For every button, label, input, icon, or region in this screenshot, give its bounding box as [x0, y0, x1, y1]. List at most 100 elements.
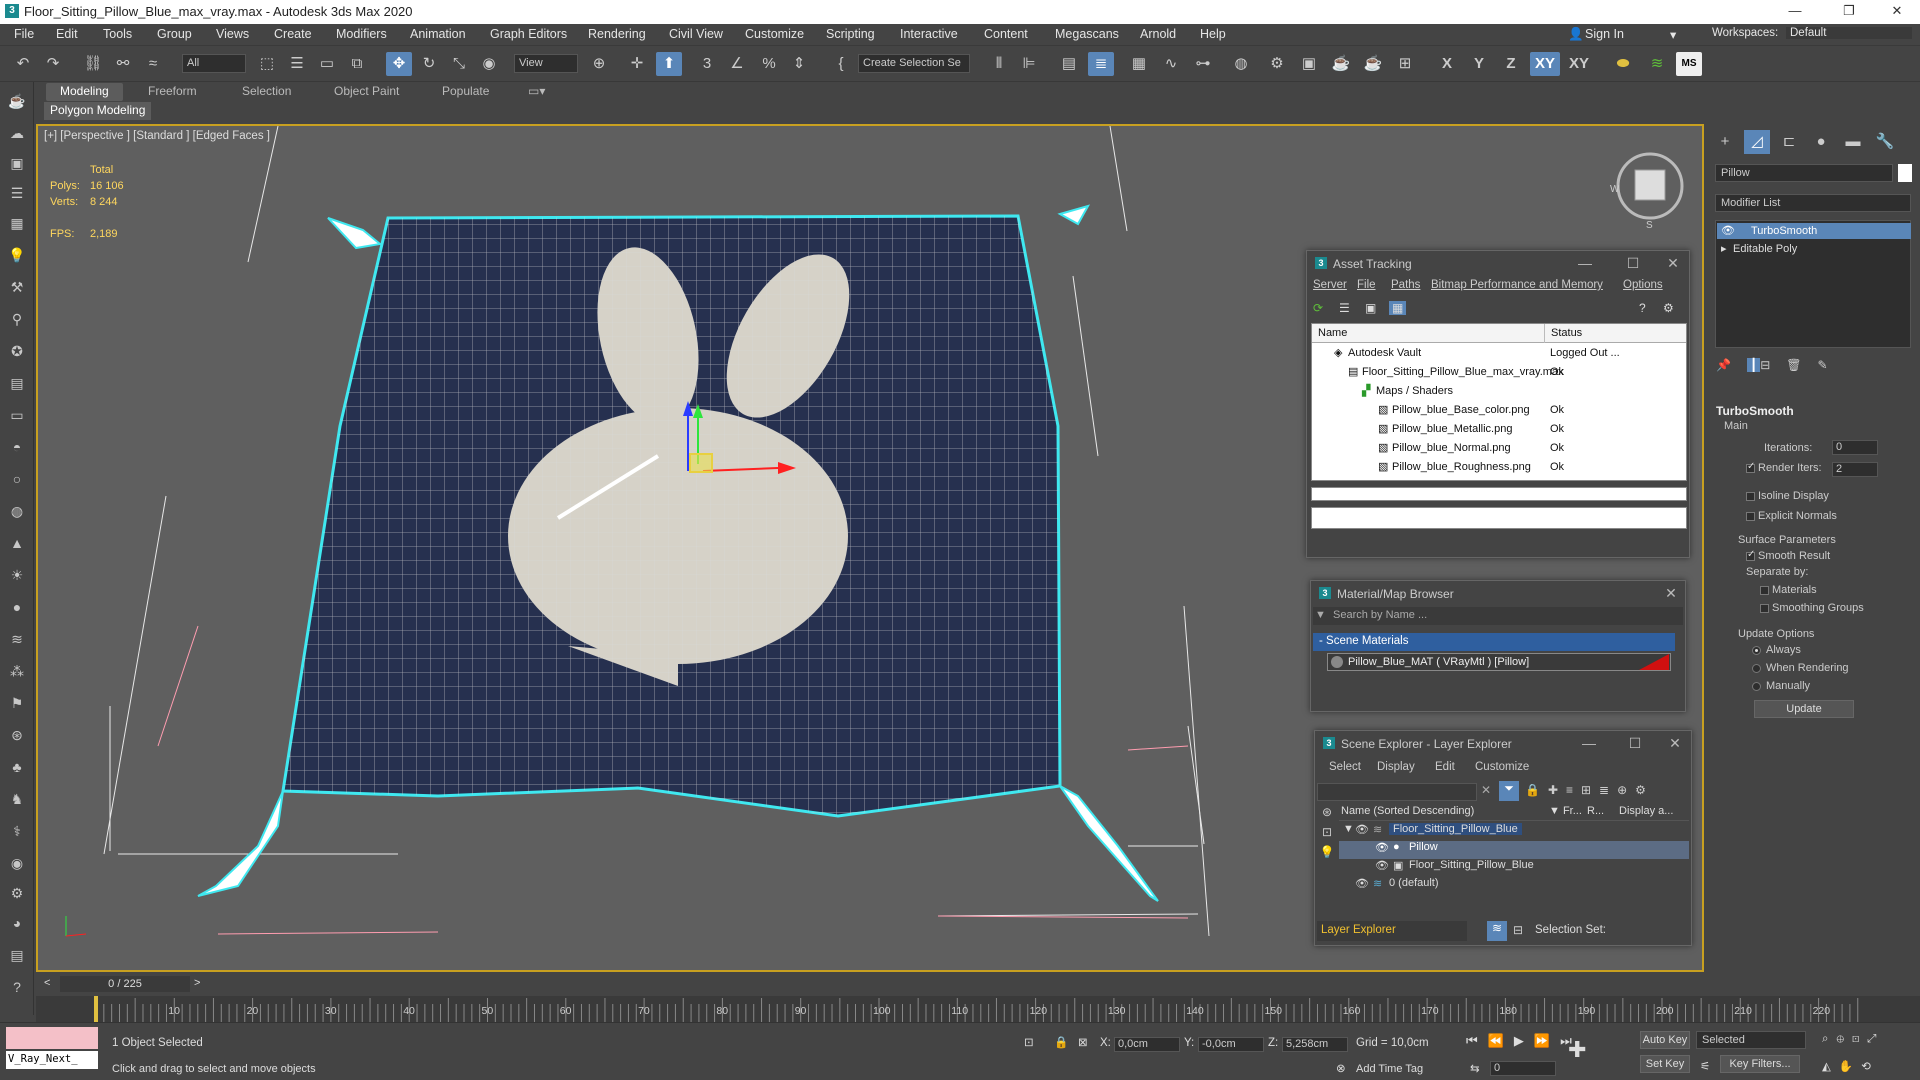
snaps-toggle-icon[interactable]: 3 [694, 52, 720, 76]
always-radio[interactable] [1752, 646, 1761, 655]
layer-icon[interactable]: ⊛ [1317, 805, 1337, 825]
asset-row[interactable]: ▧ Pillow_blue_Roughness.png Ok [1312, 458, 1686, 477]
delete-icon[interactable]: 🗑 [1786, 358, 1817, 372]
list-icon[interactable]: ☰ [6, 182, 28, 204]
manually-radio[interactable] [1752, 682, 1761, 691]
menu-interactive[interactable]: Interactive [900, 27, 958, 41]
current-frame-field[interactable]: 0 [1490, 1061, 1556, 1076]
toggle-ribbon-icon[interactable]: ▦ [1126, 52, 1152, 76]
column-renderable[interactable]: R... [1587, 805, 1604, 817]
modify-icon[interactable]: ◿ [1744, 130, 1770, 154]
modifier-turbosmooth[interactable]: 👁 TurboSmooth [1717, 223, 1911, 239]
mirror-icon[interactable]: ⫴ [986, 52, 1012, 76]
grid-icon[interactable]: ▦ [6, 212, 28, 234]
track-bar[interactable]: 10 20 30 40 50 60 70 80 90 100 110 120 130 140 150 160 1… [36, 996, 1920, 1022]
modifier-list-dropdown[interactable]: Modifier List [1715, 194, 1911, 212]
column-name[interactable]: Name [1318, 324, 1347, 343]
expand-icon[interactable]: ▼ [1315, 609, 1326, 621]
asset-row[interactable]: ▞ Maps / Shaders [1312, 382, 1686, 401]
render-setup-icon[interactable]: ⚙ [1264, 52, 1290, 76]
sort-icon[interactable]: ⊟ [1513, 923, 1523, 937]
motion-icon[interactable]: ● [1808, 130, 1834, 154]
close-button[interactable]: ✕ [1874, 0, 1920, 24]
configure-icon[interactable]: ✎ [1817, 358, 1843, 372]
tab-freeform[interactable]: Freeform [134, 83, 211, 101]
material-browser-header[interactable]: 3 Material/Map Browser ✕ [1311, 581, 1685, 607]
scale-icon[interactable]: ⤡ [446, 52, 472, 76]
select-by-name-icon[interactable]: ☰ [284, 52, 310, 76]
tab-selection[interactable]: Selection [228, 83, 305, 101]
time-slider[interactable]: < 0 / 225 > [36, 974, 1704, 994]
play-icon[interactable]: ▶ [1514, 1033, 1534, 1048]
unlink-icon[interactable]: ⚯ [110, 52, 136, 76]
filter-icon[interactable]: ⏷ [1499, 781, 1519, 801]
frame-indicator[interactable]: 0 / 225 [60, 976, 190, 992]
hierarchy-icon[interactable]: ⊏ [1776, 130, 1802, 154]
explorer-tools-icon[interactable]: 🔒✚≡⊞≣⊕⚙ [1525, 783, 1654, 797]
tab-populate[interactable]: Populate [428, 83, 503, 101]
close-icon[interactable]: ✕ [1661, 585, 1681, 602]
curve-editor-icon[interactable]: ∿ [1158, 52, 1184, 76]
key-filter-icon[interactable]: ⚟ [1700, 1059, 1710, 1073]
menu-edit[interactable]: Edit [56, 27, 78, 41]
menu-bitmap-performance[interactable]: Bitmap Performance and Memory [1431, 279, 1603, 291]
menu-animation[interactable]: Animation [410, 27, 466, 41]
scene-filter-input[interactable] [1317, 783, 1477, 801]
rendered-frame-icon[interactable]: ▣ [1296, 52, 1322, 76]
layer-explorer-dropdown[interactable]: Layer Explorer [1317, 921, 1467, 941]
set-key-plus-icon[interactable]: ✚ [1568, 1037, 1586, 1063]
list-icon[interactable]: ☰ [1339, 301, 1350, 315]
hierarchy-icon[interactable]: ⊡ [1317, 825, 1337, 845]
go-to-start-icon[interactable]: ⏮ [1466, 1033, 1488, 1048]
auto-key-button[interactable]: Auto Key [1640, 1031, 1690, 1049]
menu-help[interactable]: Help [1200, 27, 1226, 41]
render-iters-spinner[interactable]: 2 [1832, 462, 1878, 477]
scene-explorer-icon[interactable]: ▤ [1056, 52, 1082, 76]
pan-icon[interactable]: ✋ [1839, 1061, 1861, 1073]
axis-xy-button[interactable]: XY [1530, 52, 1560, 76]
maximize-icon[interactable]: ☐ [1623, 255, 1643, 272]
menu-scripting[interactable]: Scripting [826, 27, 875, 41]
bind-spacewarp-icon[interactable]: ≈ [140, 52, 166, 76]
selection-filter-dropdown[interactable]: All [182, 54, 246, 73]
material-search-input[interactable]: Search by Name ... [1313, 607, 1683, 625]
axis-x-button[interactable]: X [1434, 52, 1460, 76]
teapot-icon[interactable]: ☕ [6, 90, 28, 112]
render-icon[interactable]: ☕ [1328, 52, 1354, 76]
document-icon[interactable]: ▤ [6, 944, 28, 966]
zoom-extents-icon[interactable]: ⊡ [1852, 1033, 1867, 1045]
x-coord-field[interactable]: 0,0cm [1114, 1037, 1180, 1052]
menu-customize[interactable]: Customize [745, 27, 804, 41]
maximize-icon[interactable]: ☐ [1625, 735, 1645, 752]
smoothing-groups-checkbox[interactable] [1760, 604, 1769, 613]
undo-icon[interactable]: ↶ [10, 52, 36, 76]
eye-icon[interactable]: 👁 [1355, 823, 1369, 836]
schematic-view-icon[interactable]: ⊶ [1190, 52, 1216, 76]
menu-views[interactable]: Views [216, 27, 249, 41]
minimize-button[interactable]: — [1772, 0, 1818, 24]
render-grid-icon[interactable]: ⊞ [1392, 52, 1418, 76]
film-icon[interactable]: ▤ [6, 372, 28, 394]
menu-rendering[interactable]: Rendering [588, 27, 646, 41]
key-mode-icon[interactable]: ⇆ [1470, 1061, 1480, 1075]
cloud-icon[interactable]: ☁ [6, 122, 28, 144]
sun-icon[interactable]: ☀ [6, 564, 28, 586]
menu-paths[interactable]: Paths [1391, 279, 1420, 291]
add-time-tag[interactable]: Add Time Tag [1356, 1063, 1423, 1075]
orbit-icon[interactable]: ⟲ [1861, 1061, 1879, 1073]
maximize-button[interactable]: ❐ [1826, 0, 1872, 24]
clear-icon[interactable]: ✕ [1481, 783, 1491, 797]
script-field[interactable]: V_Ray_Next_ [6, 1051, 98, 1069]
object-color-swatch[interactable] [1898, 164, 1912, 182]
animal-icon[interactable]: ♞ [6, 788, 28, 810]
layers-green-icon[interactable]: ≋ [1644, 52, 1670, 76]
menu-server[interactable]: Server [1313, 279, 1347, 291]
eye-icon[interactable]: 👁 [1375, 841, 1389, 854]
reference-coord-dropdown[interactable]: View [514, 54, 578, 73]
menu-group[interactable]: Group [157, 27, 192, 41]
fov-icon[interactable]: ◭ [1822, 1061, 1839, 1073]
sphere-icon[interactable]: ○ [6, 468, 28, 490]
menu-file[interactable]: File [1357, 279, 1376, 291]
asset-path-field[interactable] [1311, 507, 1687, 529]
material-editor-icon[interactable]: ◍ [1228, 52, 1254, 76]
